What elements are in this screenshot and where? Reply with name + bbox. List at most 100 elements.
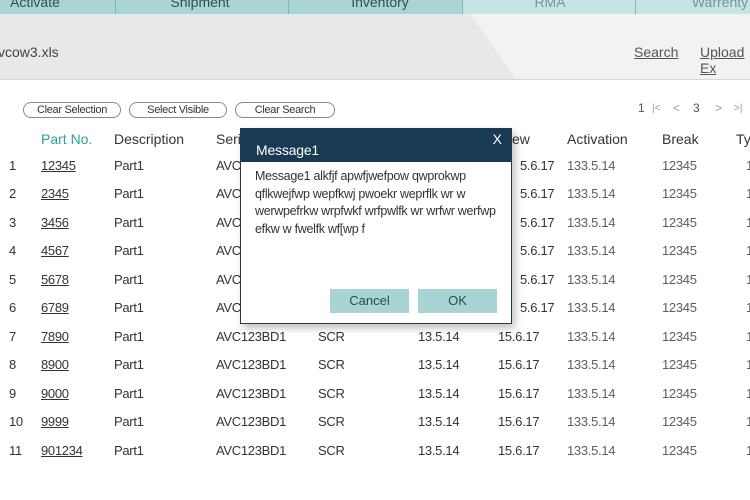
date-cell: 13.5.14 [418, 386, 460, 401]
part-no-link[interactable]: 901234 [41, 443, 83, 458]
type-cell: 1 [746, 243, 750, 258]
prev-page-icon[interactable]: < [673, 101, 680, 115]
header-break[interactable]: Break [662, 131, 699, 147]
tab-activate[interactable]: Activate [0, 0, 90, 13]
dialog-title: Message1 [256, 142, 319, 158]
part-no-link[interactable]: 7890 [41, 329, 69, 344]
tab-shipment[interactable]: Shipment [140, 0, 260, 13]
description-cell: Part1 [114, 414, 144, 429]
break-cell: 12345 [662, 386, 697, 401]
tab-inventory[interactable]: Inventory [320, 0, 440, 13]
select-visible-button[interactable]: Select Visible [129, 102, 227, 118]
part-no-link[interactable]: 9000 [41, 386, 69, 401]
activation-cell: 133.5.14 [567, 357, 616, 372]
type-code-cell: SCR [318, 414, 345, 429]
cancel-button[interactable]: Cancel [330, 289, 409, 313]
description-cell: Part1 [114, 186, 144, 201]
description-cell: Part1 [114, 386, 144, 401]
part-no-link[interactable]: 5678 [41, 272, 69, 287]
row-number: 9 [9, 386, 16, 401]
part-no-link[interactable]: 4567 [41, 243, 69, 258]
break-cell: 12345 [662, 329, 697, 344]
break-cell: 12345 [662, 414, 697, 429]
date-new-cell: 5.6.17 [520, 272, 555, 287]
date-new-cell: 5.6.17 [520, 215, 555, 230]
row-number: 7 [9, 329, 16, 344]
message-dialog: Message1 X Message1 alkfjf apwfjwefpow q… [240, 128, 512, 324]
serial-cell: AVC123BD1 [216, 329, 287, 344]
first-page-icon[interactable]: |< [652, 103, 660, 114]
dialog-header: Message1 X [241, 129, 511, 162]
row-number: 1 [9, 158, 16, 173]
next-page-icon[interactable]: > [715, 101, 722, 115]
part-no-link[interactable]: 12345 [41, 158, 76, 173]
tab-rma[interactable]: RMA [490, 0, 610, 13]
date-new-cell: 15.6.17 [498, 329, 540, 344]
row-number: 5 [9, 272, 16, 287]
part-no-link[interactable]: 6789 [41, 300, 69, 315]
date-new-cell: 5.6.17 [520, 243, 555, 258]
row-number: 6 [9, 300, 16, 315]
row-number: 2 [9, 186, 16, 201]
description-cell: Part1 [114, 243, 144, 258]
tab-divider [288, 0, 289, 14]
upload-excel-link[interactable]: Upload Ex [700, 44, 750, 76]
break-cell: 12345 [662, 300, 697, 315]
date-new-cell: 5.6.17 [520, 300, 555, 315]
date-new-cell: 15.6.17 [498, 443, 540, 458]
clear-search-button[interactable]: Clear Search [235, 102, 335, 118]
serial-cell: AVC [216, 272, 241, 287]
activation-cell: 133.5.14 [567, 272, 616, 287]
type-cell: 1 [746, 386, 750, 401]
type-cell: 1 [746, 443, 750, 458]
description-cell: Part1 [114, 272, 144, 287]
type-code-cell: SCR [318, 357, 345, 372]
file-header-band: vcow3.xls Search Upload Ex [0, 14, 750, 80]
clear-selection-button[interactable]: Clear Selection [23, 102, 121, 118]
type-code-cell: SCR [318, 329, 345, 344]
part-no-link[interactable]: 2345 [41, 186, 69, 201]
type-cell: 1 [746, 414, 750, 429]
part-no-link[interactable]: 8900 [41, 357, 69, 372]
date-cell: 13.5.14 [418, 443, 460, 458]
header-new[interactable]: ew [512, 131, 530, 147]
date-cell: 13.5.14 [418, 329, 460, 344]
header-part-no[interactable]: Part No. [41, 131, 92, 147]
search-link[interactable]: Search [634, 44, 678, 60]
top-tab-bar: Activate Shipment Inventory RMA Warrenty [0, 0, 750, 14]
type-cell: 1 [746, 158, 750, 173]
header-serial[interactable]: Seri [216, 131, 241, 147]
header-activation[interactable]: Activation [567, 131, 628, 147]
serial-cell: AVC123BD1 [216, 386, 287, 401]
date-cell: 13.5.14 [418, 357, 460, 372]
last-page-icon[interactable]: >| [734, 103, 742, 114]
serial-cell: AVC [216, 186, 241, 201]
part-no-link[interactable]: 3456 [41, 215, 69, 230]
break-cell: 12345 [662, 272, 697, 287]
ok-button[interactable]: OK [418, 289, 497, 313]
activation-cell: 133.5.14 [567, 158, 616, 173]
close-icon[interactable]: X [493, 131, 502, 147]
serial-cell: AVC123BD1 [216, 414, 287, 429]
date-new-cell: 5.6.17 [520, 158, 555, 173]
break-cell: 12345 [662, 243, 697, 258]
description-cell: Part1 [114, 357, 144, 372]
tab-warrenty[interactable]: Warrenty [660, 0, 750, 13]
serial-cell: AVC [216, 300, 241, 315]
part-no-link[interactable]: 9999 [41, 414, 69, 429]
page-number-3[interactable]: 3 [693, 101, 700, 115]
row-number: 3 [9, 215, 16, 230]
type-code-cell: SCR [318, 443, 345, 458]
file-name: vcow3.xls [0, 44, 59, 60]
activation-cell: 133.5.14 [567, 186, 616, 201]
activation-cell: 133.5.14 [567, 243, 616, 258]
serial-cell: AVC123BD1 [216, 443, 287, 458]
break-cell: 12345 [662, 186, 697, 201]
row-number: 11 [9, 443, 22, 458]
activation-cell: 133.5.14 [567, 215, 616, 230]
header-type[interactable]: Ty [736, 131, 750, 147]
date-new-cell: 5.6.17 [520, 186, 555, 201]
break-cell: 12345 [662, 357, 697, 372]
pagination-current: 1 [638, 101, 645, 115]
header-description[interactable]: Description [114, 131, 184, 147]
